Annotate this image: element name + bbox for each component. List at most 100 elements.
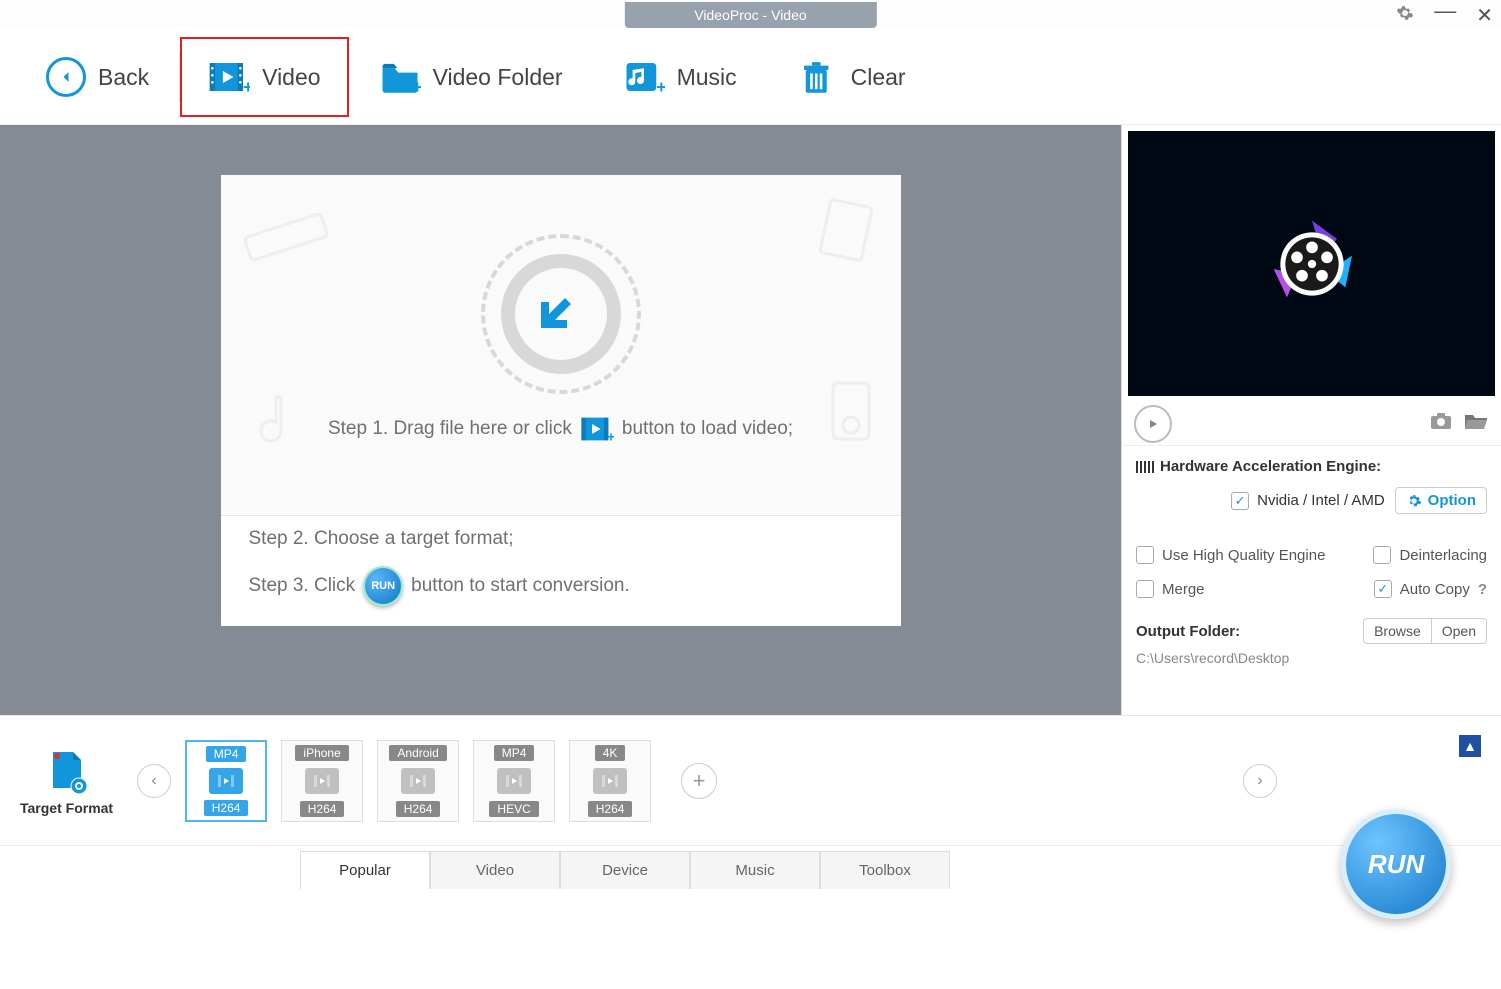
option-label: Option xyxy=(1428,492,1476,509)
gpu-checkbox[interactable]: ✓ Nvidia / Intel / AMD xyxy=(1231,492,1385,510)
tab-toolbox[interactable]: Toolbox xyxy=(820,851,950,889)
folder-icon: + xyxy=(379,58,421,96)
format-next-button[interactable]: › xyxy=(1243,764,1277,798)
bg-note-icon xyxy=(241,385,311,455)
minimize-icon[interactable]: — xyxy=(1434,0,1456,24)
step3-text-b: button to start conversion. xyxy=(411,575,630,597)
tabs-row: PopularVideoDeviceMusicToolbox xyxy=(300,851,950,889)
drop-target-ring xyxy=(481,234,641,394)
step1-text-a: Step 1. Drag file here or click xyxy=(328,418,572,440)
preview-controls xyxy=(1122,402,1501,446)
bottom-area: Target Format ‹ MP4H264iPhoneH264Android… xyxy=(0,715,1501,989)
target-format-label: Target Format xyxy=(20,800,113,816)
step2-text: Step 2. Choose a target format; xyxy=(249,528,514,550)
gear-icon xyxy=(1406,493,1422,509)
quality-label: Use High Quality Engine xyxy=(1162,547,1325,564)
output-path: C:\Users\record\Desktop xyxy=(1136,650,1487,666)
video-button-highlight: + Video xyxy=(180,37,348,117)
deinterlace-label: Deinterlacing xyxy=(1399,547,1487,564)
open-button[interactable]: Open xyxy=(1431,618,1487,644)
merge-checkbox[interactable]: Merge xyxy=(1136,580,1205,598)
preview-area xyxy=(1128,131,1495,396)
step1-row: Step 1. Drag file here or click + button… xyxy=(300,414,821,456)
svg-text:+: + xyxy=(243,77,250,96)
video-icon: + xyxy=(208,58,250,96)
deinterlace-checkbox[interactable]: Deinterlacing xyxy=(1373,546,1487,564)
format-card-mp4-hevc[interactable]: MP4HEVC xyxy=(473,740,555,822)
format-card-android-h264[interactable]: AndroidH264 xyxy=(377,740,459,822)
tab-device[interactable]: Device xyxy=(560,851,690,889)
options-row-1: Use High Quality Engine Deinterlacing xyxy=(1122,538,1501,572)
settings-icon[interactable] xyxy=(1396,4,1414,27)
video-label: Video xyxy=(262,64,320,91)
bg-file-icon xyxy=(811,195,881,265)
music-icon: + xyxy=(623,58,665,96)
svg-text:+: + xyxy=(607,430,614,444)
step3-run-icon: RUN xyxy=(363,566,403,606)
autocopy-checkbox[interactable]: ✓Auto Copy ? xyxy=(1374,580,1487,598)
back-label: Back xyxy=(98,64,149,91)
tab-popular[interactable]: Popular xyxy=(300,851,430,889)
video-button[interactable]: + Video xyxy=(192,47,336,107)
autocopy-label: Auto Copy xyxy=(1400,581,1470,598)
format-add-button[interactable]: + xyxy=(681,763,717,799)
music-label: Music xyxy=(677,64,737,91)
tab-music[interactable]: Music xyxy=(690,851,820,889)
format-card-iphone-h264[interactable]: iPhoneH264 xyxy=(281,740,363,822)
chip-icon xyxy=(1136,461,1154,473)
hw-gpu-row: ✓ Nvidia / Intel / AMD Option xyxy=(1136,487,1487,514)
output-title: Output Folder: xyxy=(1136,623,1240,640)
format-card-mp4-h264[interactable]: MP4H264 xyxy=(185,740,267,822)
music-button[interactable]: + Music xyxy=(593,47,767,107)
output-section: Output Folder: Browse Open C:\Users\reco… xyxy=(1122,606,1501,678)
title-bar: VideoProc - Video — ✕ xyxy=(0,0,1501,30)
toolbar: Back + Video + Video Folder + Music Clea… xyxy=(0,30,1501,125)
hw-title-row: Hardware Acceleration Engine: xyxy=(1136,458,1487,475)
quality-checkbox[interactable]: Use High Quality Engine xyxy=(1136,546,1325,564)
run-label: RUN xyxy=(1368,849,1424,880)
drop-card: Step 1. Drag file here or click + button… xyxy=(221,175,901,626)
step3-row: Step 3. Click RUN button to start conver… xyxy=(221,562,901,626)
step1-text-b: button to load video; xyxy=(622,418,793,440)
option-button[interactable]: Option xyxy=(1395,487,1487,514)
step3-text-a: Step 3. Click xyxy=(249,575,356,597)
play-button[interactable] xyxy=(1134,405,1172,443)
scroll-up-button[interactable]: ▲ xyxy=(1459,735,1481,757)
right-panel: Hardware Acceleration Engine: ✓ Nvidia /… xyxy=(1121,125,1501,715)
clear-button[interactable]: Clear xyxy=(767,47,936,107)
target-format-icon xyxy=(43,746,91,794)
bg-ruler-icon xyxy=(241,195,331,265)
main-area: Step 1. Drag file here or click + button… xyxy=(0,125,1501,715)
step2-row: Step 2. Choose a target format; xyxy=(221,516,901,562)
format-row: Target Format ‹ MP4H264iPhoneH264Android… xyxy=(0,716,1501,846)
close-icon[interactable]: ✕ xyxy=(1476,3,1493,28)
video-folder-button[interactable]: + Video Folder xyxy=(349,47,593,107)
folder-open-icon[interactable] xyxy=(1463,411,1489,437)
run-button[interactable]: RUN xyxy=(1341,809,1451,919)
back-button[interactable]: Back xyxy=(16,47,179,107)
format-card-4k-h264[interactable]: 4KH264 xyxy=(569,740,651,822)
tab-video[interactable]: Video xyxy=(430,851,560,889)
options-row-2: Merge ✓Auto Copy ? xyxy=(1122,572,1501,606)
bg-device-icon xyxy=(821,375,881,455)
back-arrow-icon xyxy=(46,57,86,97)
clear-label: Clear xyxy=(851,64,906,91)
drop-panel: Step 1. Drag file here or click + button… xyxy=(0,125,1121,715)
trash-icon xyxy=(797,58,839,96)
step1-video-icon: + xyxy=(580,414,614,444)
window-title: VideoProc - Video xyxy=(624,2,876,28)
camera-icon[interactable] xyxy=(1429,411,1453,437)
video-folder-label: Video Folder xyxy=(433,64,563,91)
hardware-section: Hardware Acceleration Engine: ✓ Nvidia /… xyxy=(1122,446,1501,538)
gpu-label: Nvidia / Intel / AMD xyxy=(1257,492,1385,509)
svg-text:+: + xyxy=(656,77,665,96)
hw-title: Hardware Acceleration Engine: xyxy=(1160,458,1381,475)
svg-text:+: + xyxy=(412,77,421,96)
format-prev-button[interactable]: ‹ xyxy=(137,764,171,798)
merge-label: Merge xyxy=(1162,581,1205,598)
target-format-block: Target Format xyxy=(20,746,113,816)
app-logo-icon xyxy=(1262,214,1362,314)
help-icon[interactable]: ? xyxy=(1478,581,1487,598)
browse-button[interactable]: Browse xyxy=(1363,618,1431,644)
drop-zone[interactable]: Step 1. Drag file here or click + button… xyxy=(221,175,901,515)
